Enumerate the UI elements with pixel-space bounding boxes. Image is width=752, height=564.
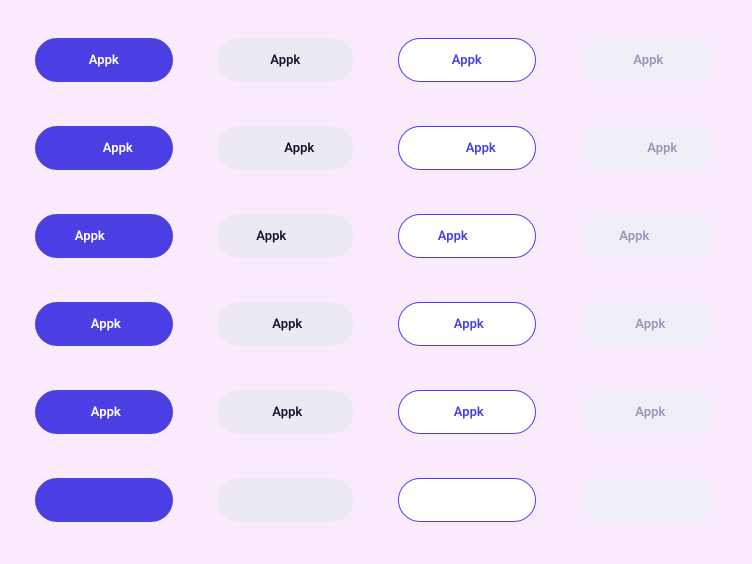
square-dots-icon (115, 227, 133, 245)
button-ghost-icon-right[interactable]: Appk (580, 214, 718, 258)
button-ghost-text[interactable]: Appk (580, 38, 718, 82)
square-dots-icon (438, 139, 456, 157)
square-dots-icon (95, 491, 113, 509)
square-dots-icon (458, 491, 476, 509)
button-grid: Appk Appk Appk Appk Appk Appk Appk Appk … (35, 38, 717, 522)
button-label: Appk (619, 229, 649, 244)
button-primary-icon-right[interactable]: Appk (35, 214, 173, 258)
button-label: Appk (272, 405, 302, 420)
button-ghost-icon-only[interactable] (580, 478, 718, 522)
button-label: Appk (454, 317, 484, 332)
button-primary-dropdown[interactable]: Appk (35, 390, 173, 434)
button-ghost-dropdown-icon[interactable]: Appk (580, 302, 718, 346)
button-secondary-dropdown-icon[interactable]: Appk (217, 302, 355, 346)
button-label: Appk (466, 141, 496, 156)
square-dots-icon (619, 139, 637, 157)
square-dots-icon (244, 315, 262, 333)
square-dots-icon (478, 227, 496, 245)
button-label: Appk (438, 229, 468, 244)
button-outline-text[interactable]: Appk (398, 38, 536, 82)
chevron-down-icon (494, 406, 508, 418)
button-secondary-text[interactable]: Appk (217, 38, 355, 82)
button-label: Appk (91, 405, 121, 420)
button-secondary-dropdown[interactable]: Appk (217, 390, 355, 434)
chevron-down-icon (131, 406, 145, 418)
button-ghost-icon-left[interactable]: Appk (580, 126, 718, 170)
square-dots-icon (296, 227, 314, 245)
square-dots-icon (659, 227, 677, 245)
chevron-down-icon (312, 406, 326, 418)
button-label: Appk (272, 317, 302, 332)
chevron-down-icon (675, 318, 689, 330)
button-primary-dropdown-icon[interactable]: Appk (35, 302, 173, 346)
square-dots-icon (639, 491, 657, 509)
button-label: Appk (270, 53, 300, 68)
button-secondary-icon-only[interactable] (217, 478, 355, 522)
button-label: Appk (256, 229, 286, 244)
button-outline-icon-only[interactable] (398, 478, 536, 522)
button-ghost-dropdown[interactable]: Appk (580, 390, 718, 434)
button-label: Appk (103, 141, 133, 156)
square-dots-icon (63, 315, 81, 333)
square-dots-icon (256, 139, 274, 157)
button-primary-icon-only[interactable] (35, 478, 173, 522)
square-dots-icon (276, 491, 294, 509)
button-primary-text[interactable]: Appk (35, 38, 173, 82)
button-secondary-icon-left[interactable]: Appk (217, 126, 355, 170)
button-label: Appk (452, 53, 482, 68)
chevron-down-icon (675, 406, 689, 418)
button-label: Appk (89, 53, 119, 68)
button-label: Appk (91, 317, 121, 332)
button-label: Appk (635, 405, 665, 420)
button-primary-icon-left[interactable]: Appk (35, 126, 173, 170)
square-dots-icon (426, 315, 444, 333)
square-dots-icon (607, 315, 625, 333)
chevron-down-icon (131, 318, 145, 330)
chevron-down-icon (312, 318, 326, 330)
button-label: Appk (635, 317, 665, 332)
chevron-down-icon (494, 318, 508, 330)
button-outline-icon-right[interactable]: Appk (398, 214, 536, 258)
button-label: Appk (633, 53, 663, 68)
button-label: Appk (647, 141, 677, 156)
button-secondary-icon-right[interactable]: Appk (217, 214, 355, 258)
square-dots-icon (75, 139, 93, 157)
button-label: Appk (284, 141, 314, 156)
button-label: Appk (75, 229, 105, 244)
button-outline-dropdown[interactable]: Appk (398, 390, 536, 434)
button-outline-icon-left[interactable]: Appk (398, 126, 536, 170)
button-outline-dropdown-icon[interactable]: Appk (398, 302, 536, 346)
button-label: Appk (454, 405, 484, 420)
